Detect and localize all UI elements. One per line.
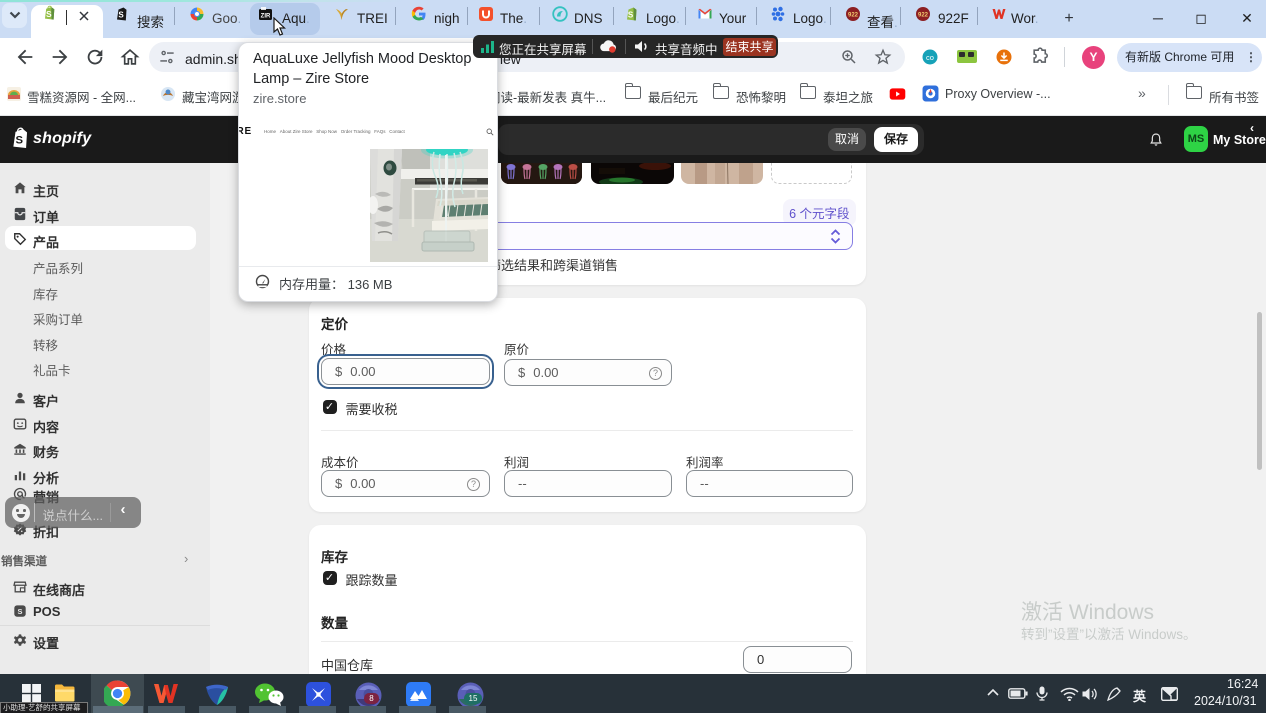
svg-text:S: S (18, 607, 23, 616)
svg-text:922: 922 (918, 13, 929, 19)
svg-text:ZIR: ZIR (261, 14, 271, 20)
svg-text:co: co (926, 53, 934, 62)
svg-text:S: S (118, 11, 124, 20)
svg-text:922: 922 (848, 13, 859, 19)
svg-text:S: S (628, 11, 634, 20)
svg-text:S: S (16, 134, 24, 146)
svg-text:S: S (46, 9, 52, 19)
